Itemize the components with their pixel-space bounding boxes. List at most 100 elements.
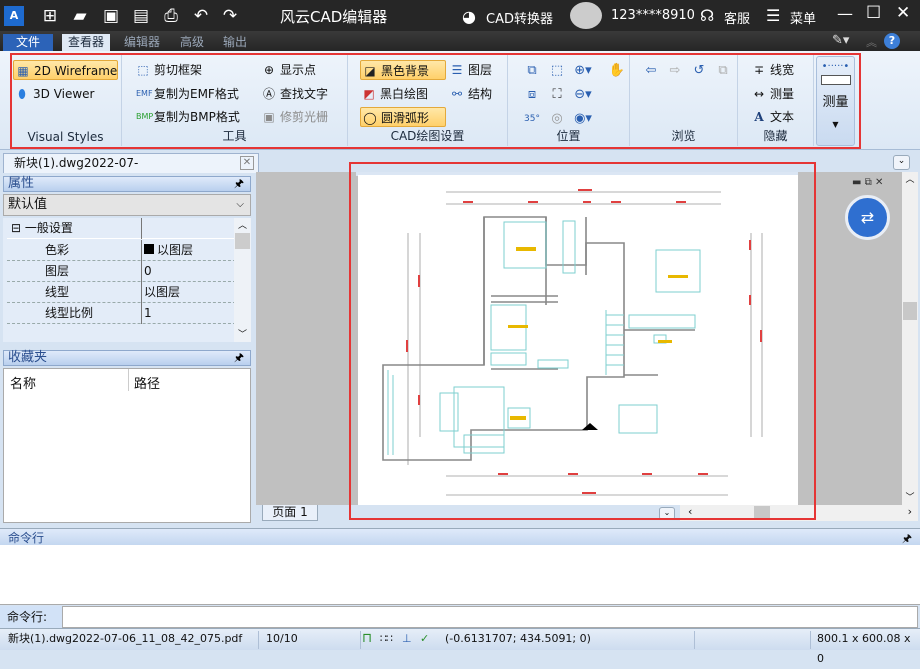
grid-icon[interactable]: ∷∷: [380, 629, 393, 649]
pan-hand-icon[interactable]: ✋: [608, 62, 626, 80]
pin-icon[interactable]: 🖈: [234, 351, 244, 365]
pin-icon[interactable]: 🖈: [234, 177, 244, 191]
property-row[interactable]: 线型 以图层: [7, 282, 236, 303]
collapse-ribbon-icon[interactable]: ︽: [866, 34, 877, 50]
group-visual-styles: ▦ 2D Wireframe ⬮ 3D Viewer Visual Styles: [10, 54, 122, 146]
clip-frame-button[interactable]: ⬚ 剪切框架: [134, 60, 202, 80]
scroll-up-icon[interactable]: ︿: [234, 218, 251, 231]
black-white-button[interactable]: ◩ 黑白绘图: [360, 84, 428, 104]
open-icon[interactable]: ▰: [70, 6, 90, 26]
zoom-window-icon[interactable]: ⬚: [548, 62, 566, 80]
tab-advanced[interactable]: 高级: [174, 34, 210, 51]
2d-wireframe-button[interactable]: ▦ 2D Wireframe: [13, 60, 118, 80]
scroll-up-icon[interactable]: ︿: [902, 172, 918, 185]
close-button[interactable]: ✕: [896, 3, 910, 23]
menu-button[interactable]: 菜单: [790, 8, 816, 27]
new-icon[interactable]: ⊞: [40, 6, 60, 26]
properties-scrollbar[interactable]: ︿ ﹀: [234, 218, 251, 342]
rotate-view-icon[interactable]: 35°: [523, 110, 541, 128]
save-icon[interactable]: ▣: [101, 6, 121, 26]
group-row[interactable]: ⊟ 一般设置: [7, 218, 236, 239]
show-points-button[interactable]: ⊕ 显示点: [260, 60, 316, 80]
3d-viewer-button[interactable]: ⬮ 3D Viewer: [13, 84, 94, 104]
zoom-previous-icon[interactable]: ◎: [548, 110, 566, 128]
properties-dropdown[interactable]: 默认值 ⌵: [3, 194, 251, 216]
converter-icon[interactable]: ◕: [462, 7, 476, 26]
tab-list-icon[interactable]: ⌄: [893, 155, 910, 170]
smooth-arc-button[interactable]: ◯ 圆滑弧形: [360, 107, 446, 127]
property-row[interactable]: 线型比例 1: [7, 303, 236, 324]
zoom-out-icon[interactable]: ⊖▾: [574, 86, 592, 104]
scroll-thumb[interactable]: [754, 506, 770, 520]
converter-button[interactable]: CAD转换器: [486, 8, 553, 27]
swap-view-icon[interactable]: ⧈: [523, 86, 541, 104]
page-list-icon[interactable]: ⌄: [659, 507, 675, 520]
zoom-in-icon[interactable]: ⊕▾: [574, 62, 592, 80]
column-name[interactable]: 名称: [10, 373, 36, 392]
help-icon[interactable]: ?: [884, 33, 900, 49]
print-icon[interactable]: ⎙: [161, 6, 181, 26]
crosshair-icon: ⊕: [263, 63, 275, 77]
zoom-extents-icon[interactable]: ⛶: [548, 86, 566, 104]
property-row[interactable]: 图层 0: [7, 261, 236, 282]
undo-icon[interactable]: ↶: [191, 6, 211, 26]
snap-icon[interactable]: ⊓: [362, 629, 372, 649]
collapse-icon[interactable]: ⊟: [11, 221, 25, 235]
measure-toggle-button[interactable]: ↔ 测量: [750, 84, 794, 104]
copy-bmp-button[interactable]: BMP 复制为BMP格式: [134, 107, 240, 127]
forward-arrow-icon[interactable]: ⇨: [666, 62, 684, 80]
trim-raster-button[interactable]: ▣ 修剪光栅: [260, 107, 328, 127]
scroll-down-icon[interactable]: ﹀: [234, 327, 251, 340]
vertical-scrollbar[interactable]: ︿ ﹀: [902, 172, 918, 505]
column-path[interactable]: 路径: [134, 373, 160, 392]
command-input[interactable]: [62, 606, 918, 628]
cad-drawing[interactable]: [358, 175, 798, 505]
style-icon[interactable]: ✎▾: [832, 33, 849, 48]
redo-icon[interactable]: ↷: [220, 6, 240, 26]
line-width-button[interactable]: ∓ 线宽: [750, 60, 794, 80]
copy-view-icon[interactable]: ⧉: [523, 62, 541, 80]
layers-button[interactable]: ☰ 图层: [448, 60, 492, 80]
support-button[interactable]: 客服: [724, 8, 750, 27]
page-tab[interactable]: 页面 1: [262, 505, 318, 521]
dimension-icon: ↔: [753, 87, 765, 101]
polar-icon[interactable]: ✓: [420, 629, 429, 649]
scroll-thumb[interactable]: [903, 302, 917, 320]
maximize-button[interactable]: ☐: [866, 3, 881, 23]
scroll-thumb[interactable]: [235, 233, 250, 249]
find-text-button[interactable]: Ⓐ 查找文字: [260, 84, 328, 104]
menu-icon[interactable]: ☰: [766, 6, 780, 25]
file-menu-button[interactable]: 文件: [3, 34, 53, 51]
scroll-left-icon[interactable]: ‹: [688, 505, 692, 518]
restore-icon[interactable]: ⧉: [714, 62, 732, 80]
close-tab-icon[interactable]: ✕: [240, 156, 254, 170]
black-background-button[interactable]: ◪ 黑色背景: [360, 60, 446, 80]
ortho-icon[interactable]: ⊥: [402, 629, 412, 649]
avatar[interactable]: [570, 2, 602, 29]
drawing-canvas[interactable]: ▬ ⧉ ✕ ⇄: [256, 172, 902, 505]
headset-icon[interactable]: ☊: [700, 6, 714, 25]
structure-button[interactable]: ⚯ 结构: [448, 84, 492, 104]
tab-viewer[interactable]: 查看器: [62, 34, 111, 51]
layers-icon: ☰: [451, 63, 463, 77]
scroll-down-icon[interactable]: ﹀: [902, 490, 918, 503]
copy-emf-button[interactable]: EMF 复制为EMF格式: [134, 84, 239, 104]
tab-editor[interactable]: 编辑器: [118, 34, 166, 51]
canvas-window-controls[interactable]: ▬ ⧉ ✕: [852, 177, 883, 188]
text-toggle-button[interactable]: A 文本: [750, 107, 794, 127]
structure-icon: ⚯: [451, 87, 463, 101]
horizontal-scrollbar[interactable]: ‹ ›: [680, 505, 918, 521]
group-label: CAD绘图设置: [390, 129, 465, 143]
scroll-right-icon[interactable]: ›: [908, 505, 912, 518]
document-tab[interactable]: 新块(1).dwg2022-07-06_11_08_42_075.pdf ✕: [3, 153, 259, 189]
user-name[interactable]: 123****8910: [611, 8, 695, 23]
save-pdf-icon[interactable]: ▤: [131, 6, 151, 26]
rotate-icon[interactable]: ↺: [690, 62, 708, 80]
property-row[interactable]: 色彩 以图层: [7, 240, 236, 261]
globe-zoom-icon[interactable]: ◉▾: [574, 110, 592, 128]
measure-button[interactable]: •·····• 测量 ▼: [816, 56, 855, 146]
back-arrow-icon[interactable]: ⇦: [642, 62, 660, 80]
translate-icon[interactable]: ⇄: [845, 195, 890, 240]
tab-output[interactable]: 输出: [217, 34, 253, 51]
minimize-button[interactable]: —: [837, 4, 853, 23]
